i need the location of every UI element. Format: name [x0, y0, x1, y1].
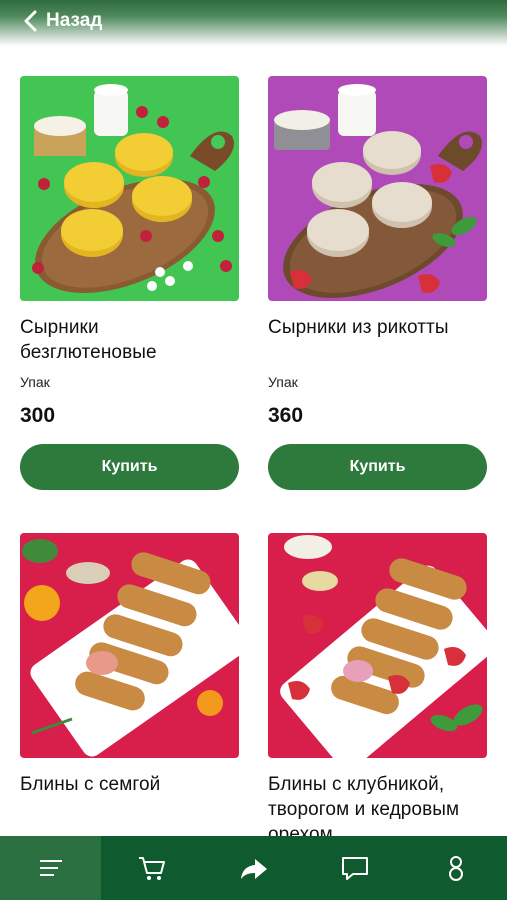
buy-button[interactable]: Купить: [268, 444, 487, 490]
profile-icon: [449, 856, 464, 881]
product-title: Сырники безглютеновые: [20, 317, 157, 363]
nav-profile[interactable]: [406, 836, 507, 900]
cart-icon: [139, 857, 166, 880]
share-icon: [240, 859, 267, 879]
nav-chat[interactable]: [304, 836, 405, 900]
bottom-navigation: [0, 836, 507, 900]
product-image[interactable]: [20, 533, 239, 758]
product-price: 360: [268, 404, 304, 427]
nav-share[interactable]: [203, 836, 304, 900]
chat-icon: [341, 857, 368, 880]
back-label: Назад: [46, 10, 103, 31]
nav-cart[interactable]: [101, 836, 202, 900]
product-card: Блины с семгой: [20, 533, 240, 797]
buy-button[interactable]: Купить: [20, 444, 239, 490]
product-price: 300: [20, 404, 56, 427]
product-unit: Упак: [20, 374, 50, 390]
product-card: Сырники из рикотты Упак 360 Купить: [268, 76, 488, 490]
chevron-left-icon: [24, 10, 37, 32]
product-card: Сырники безглютеновые Упак 300 Купить: [20, 76, 240, 490]
product-image[interactable]: [20, 76, 239, 301]
product-title: Блины с семгой: [20, 774, 161, 795]
nav-menu[interactable]: [0, 836, 102, 900]
product-title: Сырники из рикотты: [268, 317, 449, 338]
back-button[interactable]: Назад: [22, 9, 102, 33]
menu-icon: [39, 860, 62, 876]
product-image[interactable]: [268, 533, 487, 758]
top-bar: Назад: [0, 0, 507, 46]
product-image[interactable]: [268, 76, 487, 301]
product-unit: Упак: [268, 374, 298, 390]
product-card: Блины с клубникой, творогом и кедровым о…: [268, 533, 488, 847]
